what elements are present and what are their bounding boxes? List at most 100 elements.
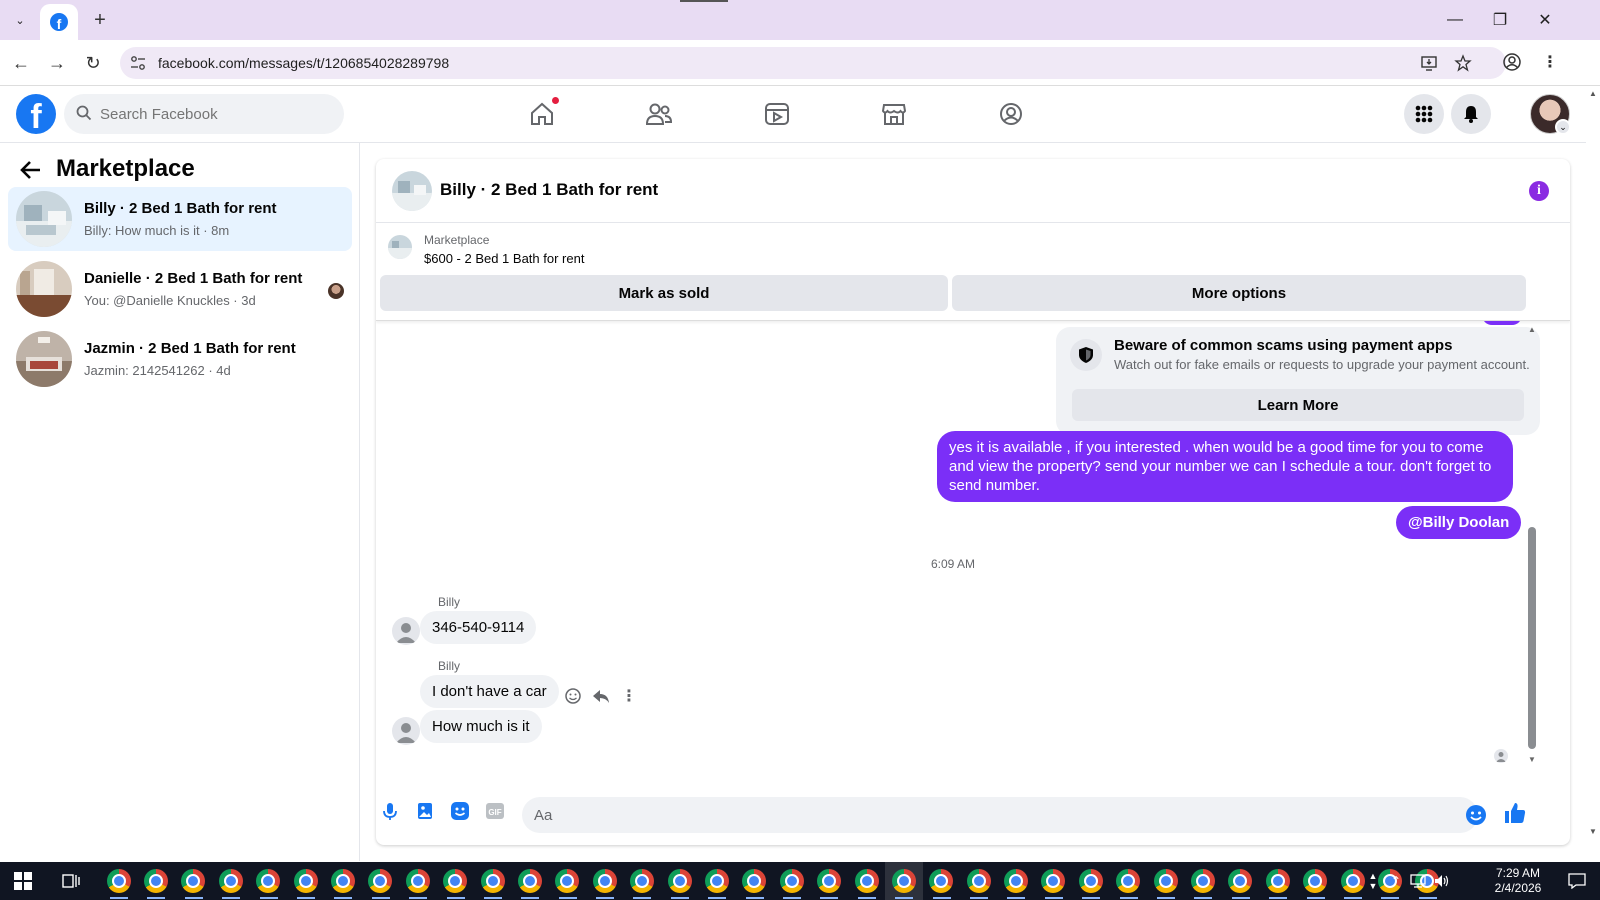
taskbar-clock[interactable]: 7:29 AM 2/4/2026 [1478,866,1558,896]
task-view-icon[interactable] [62,872,80,890]
chrome-taskbar-icon[interactable] [810,862,847,900]
incoming-message[interactable]: 346-540-9114 [420,611,537,644]
address-bar[interactable]: facebook.com/messages/t/1206854028289798 [120,47,1506,79]
conversation-item[interactable]: Jazmin · 2 Bed 1 Bath for rent Jazmin: 2… [8,327,352,391]
menu-button[interactable] [1404,94,1444,134]
more-actions-icon[interactable]: ⋮ [618,685,640,707]
search-box[interactable] [64,94,344,134]
chrome-taskbar-icon[interactable] [848,862,885,900]
sender-avatar[interactable] [392,617,420,645]
action-center-icon[interactable] [1560,862,1594,900]
sender-avatar[interactable] [392,717,420,745]
chrome-taskbar-icon[interactable] [250,862,287,900]
bookmark-star-icon[interactable] [1454,54,1472,72]
chrome-taskbar-icon[interactable] [137,862,174,900]
microphone-icon[interactable] [378,799,402,823]
chrome-taskbar-icon[interactable] [511,862,548,900]
chrome-taskbar-icon[interactable] [736,862,773,900]
chrome-taskbar-icon[interactable] [623,862,660,900]
chevron-up-icon[interactable]: ⌃ [1386,862,1406,900]
close-window-button[interactable]: ✕ [1530,8,1560,32]
browser-menu-icon[interactable]: ⋮ [1542,52,1558,72]
chrome-taskbar-icon[interactable] [1222,862,1259,900]
chrome-taskbar-icon[interactable] [474,862,511,900]
info-icon[interactable]: i [1529,181,1549,201]
chrome-taskbar-icon[interactable] [1110,862,1147,900]
page-scroll-up[interactable]: ▲ [1588,88,1598,98]
message-input-box[interactable] [522,797,1478,833]
sticker-icon[interactable] [448,799,472,823]
network-icon[interactable] [1408,862,1428,900]
chrome-taskbar-icon[interactable] [1147,862,1184,900]
marketplace-nav[interactable] [878,98,910,130]
back-button[interactable]: ← [8,50,34,76]
chrome-taskbar-icon[interactable] [586,862,623,900]
conversation-item[interactable]: Danielle · 2 Bed 1 Bath for rent You: @D… [8,257,352,321]
gif-icon[interactable]: GIF [483,799,507,823]
browser-tab-facebook[interactable]: f [40,4,78,40]
page-scrollbar[interactable]: ▲ ▼ [1586,86,1600,862]
home-nav[interactable] [526,96,560,130]
friends-nav[interactable] [643,98,675,130]
chevron-down-icon[interactable]: ⌄ [1555,119,1571,135]
reply-icon[interactable] [590,685,612,707]
outgoing-message[interactable]: yes it is available , if you interested … [937,431,1513,502]
listing-mini-thumbnail[interactable] [388,235,412,259]
message-input[interactable] [534,797,1434,833]
learn-more-button[interactable]: Learn More [1072,389,1524,421]
volume-icon[interactable] [1432,862,1452,900]
taskbar-overflow-arrows[interactable]: ▲ ▼ [1366,862,1380,900]
chrome-taskbar-icon[interactable] [287,862,324,900]
chrome-taskbar-icon[interactable] [100,862,137,900]
react-emoji-icon[interactable] [562,685,584,707]
video-nav[interactable] [761,98,793,130]
photo-icon[interactable] [413,799,437,823]
minimize-button[interactable]: — [1440,8,1470,32]
chrome-taskbar-icon[interactable] [212,862,249,900]
mark-as-sold-button[interactable]: Mark as sold [380,275,948,311]
chrome-taskbar-icon[interactable] [698,862,735,900]
emoji-icon[interactable] [1464,803,1488,827]
chrome-taskbar-icon[interactable] [324,862,361,900]
profile-icon[interactable] [1502,52,1522,72]
listing-title[interactable]: $600 - 2 Bed 1 Bath for rent [424,251,584,266]
like-thumb-icon[interactable] [1503,801,1527,825]
conversation-item[interactable]: Billy · 2 Bed 1 Bath for rent Billy: How… [8,187,352,251]
chat-scrollbar-thumb[interactable] [1528,527,1536,749]
incoming-message[interactable]: How much is it [420,710,542,743]
chrome-taskbar-icon[interactable] [1184,862,1221,900]
tab-search-dropdown[interactable]: ⌄ [8,9,32,31]
chrome-taskbar-icon[interactable] [399,862,436,900]
chat-listing-thumbnail[interactable] [392,171,432,211]
chrome-taskbar-icon[interactable] [437,862,474,900]
page-scroll-down[interactable]: ▼ [1588,826,1598,836]
site-settings-icon[interactable] [130,55,146,71]
chrome-taskbar-icon[interactable] [1072,862,1109,900]
scroll-down-arrow[interactable]: ▼ [1526,753,1538,765]
chat-title[interactable]: Billy · 2 Bed 1 Bath for rent [440,180,658,200]
chrome-taskbar-icon[interactable] [1297,862,1334,900]
chrome-taskbar-icon[interactable] [997,862,1034,900]
facebook-logo-icon[interactable]: f [16,94,56,134]
chrome-taskbar-icon[interactable] [773,862,810,900]
install-app-icon[interactable] [1420,54,1438,72]
chrome-taskbar-icon[interactable] [175,862,212,900]
chrome-taskbar-icon[interactable] [549,862,586,900]
mention-message[interactable]: @Billy Doolan [1396,506,1522,539]
chrome-taskbar-icon[interactable] [960,862,997,900]
new-tab-button[interactable]: + [88,8,112,32]
windows-start-icon[interactable] [14,872,32,890]
more-options-button[interactable]: More options [952,275,1526,311]
restore-button[interactable]: ❐ [1485,8,1515,32]
reload-button[interactable]: ↻ [80,50,106,76]
search-input[interactable] [100,94,330,134]
incoming-message[interactable]: I don't have a car [420,675,559,708]
back-arrow-icon[interactable] [18,157,44,183]
scroll-up-arrow[interactable]: ▲ [1526,323,1538,335]
chrome-taskbar-icon[interactable] [1259,862,1296,900]
gaming-nav[interactable] [995,98,1027,130]
chrome-taskbar-icon[interactable] [661,862,698,900]
chrome-taskbar-icon[interactable] [362,862,399,900]
notifications-button[interactable] [1451,94,1491,134]
chrome-taskbar-icon[interactable] [1035,862,1072,900]
